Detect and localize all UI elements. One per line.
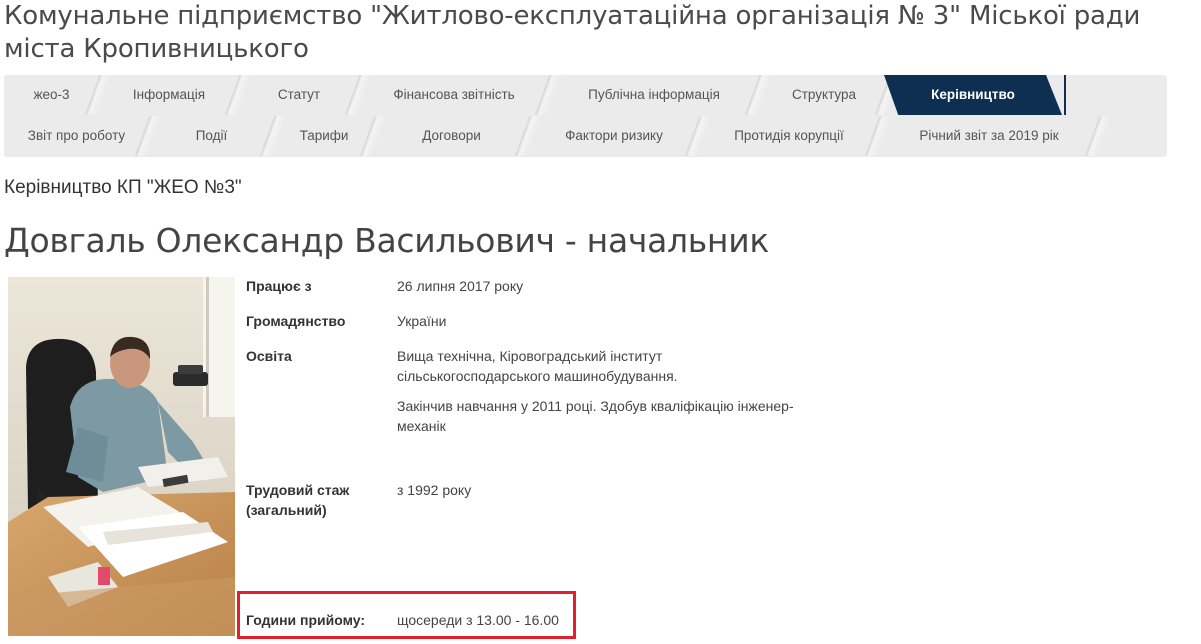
citizenship-label: Громадянство	[246, 313, 346, 329]
tab-label: Структура	[791, 87, 857, 102]
section-title: Керівництво КП "ЖЕО №3"	[4, 177, 242, 198]
reception-hours-label: Години прийому:	[246, 612, 366, 628]
active-tab-edge	[1064, 75, 1066, 115]
tab-work-report[interactable]: Звіт про роботу	[4, 116, 167, 156]
tab-management[interactable]: Керівництво	[884, 75, 1062, 115]
tab-label: Фінансова звітність	[393, 87, 515, 102]
tab-label: Фактори ризику	[565, 128, 663, 143]
nav-row-2: Звіт про роботу Події Тарифи Договори Фа…	[4, 116, 1167, 156]
education-value-2-line2: механік	[397, 418, 446, 434]
tab-tariffs[interactable]: Тарифи	[274, 116, 392, 156]
education-value-1-line2: сільськогосподарського машинобудування.	[397, 368, 678, 384]
experience-value: з 1992 року	[397, 482, 472, 498]
person-name-heading: Довгаль Олександр Васильович - начальник	[4, 221, 769, 260]
tab-label: Керівництво	[931, 87, 1015, 102]
tab-label: Річний звіт за 2019 рік	[919, 128, 1059, 143]
tab-label: Події	[195, 128, 228, 143]
tab-zheo-3[interactable]: жео-3	[4, 75, 117, 115]
tab-label: Статут	[277, 87, 321, 102]
education-label: Освіта	[246, 348, 292, 364]
tab-label: Тарифи	[299, 128, 349, 143]
main-navigation: жео-3 Інформація Статут Фінансова звітні…	[4, 75, 1167, 157]
tab-structure[interactable]: Структура	[759, 75, 907, 115]
tab-anti-corruption[interactable]: Протидія корупції	[699, 116, 897, 156]
tab-statute[interactable]: Статут	[239, 75, 377, 115]
reception-hours-value: щосереди з 13.00 - 16.00	[397, 612, 559, 628]
experience-label-line2: (загальний)	[246, 502, 327, 518]
tab-financial-reports[interactable]: Фінансова звітність	[359, 75, 567, 115]
tab-label: Протидія корупції	[734, 128, 844, 143]
tab-events[interactable]: Події	[149, 116, 292, 156]
tab-annual-report-2019[interactable]: Річний звіт за 2019 рік	[879, 116, 1117, 156]
tab-label: Публічна інформація	[588, 87, 720, 102]
works-since-label: Працює з	[246, 278, 312, 294]
director-photo	[8, 277, 235, 636]
citizenship-value: України	[397, 313, 447, 329]
tab-label: Договори	[422, 128, 481, 143]
photo-illustration	[8, 277, 235, 636]
nav-row-1: жео-3 Інформація Статут Фінансова звітні…	[4, 75, 1167, 115]
works-since-value: 26 липня 2017 року	[397, 278, 524, 294]
tab-label: Звіт про роботу	[27, 128, 126, 143]
education-value-1-line1: Вища технічна, Кіровоградський інститут	[397, 348, 663, 364]
tab-information[interactable]: Інформація	[99, 75, 257, 115]
education-value-2-line1: Закінчив навчання у 2011 році. Здобув кв…	[397, 398, 794, 414]
tab-contracts[interactable]: Договори	[374, 116, 547, 156]
tab-risk-factors[interactable]: Фактори ризику	[529, 116, 717, 156]
tab-public-info[interactable]: Публічна інформація	[549, 75, 777, 115]
tab-label: жео-3	[33, 87, 70, 102]
tab-label: Інформація	[132, 87, 206, 102]
experience-label-line1: Трудовий стаж	[246, 482, 350, 498]
page-title: Комунальне підприємство "Житлово-експлуа…	[4, 1, 1141, 64]
